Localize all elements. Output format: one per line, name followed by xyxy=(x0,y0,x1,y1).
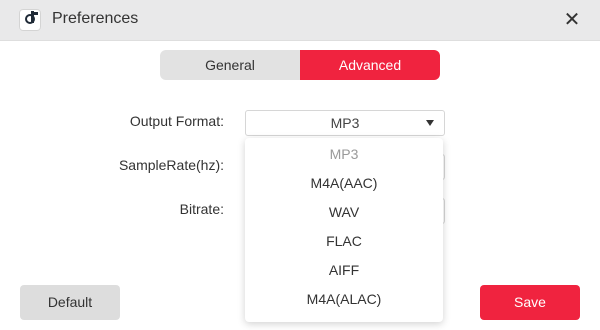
option-wav[interactable]: WAV xyxy=(245,198,443,227)
music-note-icon xyxy=(19,9,41,31)
caret-down-icon xyxy=(426,120,434,126)
option-mp3[interactable]: MP3 xyxy=(245,140,443,169)
output-format-select[interactable]: MP3 xyxy=(245,110,445,136)
output-format-value: MP3 xyxy=(330,115,360,131)
option-flac[interactable]: FLAC xyxy=(245,227,443,256)
bitrate-label: Bitrate: xyxy=(179,201,224,217)
default-button[interactable]: Default xyxy=(20,285,120,320)
window-title: Preferences xyxy=(52,10,139,27)
option-aiff[interactable]: AIFF xyxy=(245,256,443,285)
option-m4a-alac[interactable]: M4A(ALAC) xyxy=(245,285,443,314)
save-button[interactable]: Save xyxy=(480,285,580,320)
tab-general[interactable]: General xyxy=(160,50,300,80)
close-icon[interactable]: ✕ xyxy=(560,8,584,32)
tab-advanced[interactable]: Advanced xyxy=(300,50,440,80)
output-format-dropdown: MP3 M4A(AAC) WAV FLAC AIFF M4A(ALAC) xyxy=(245,138,443,322)
samplerate-label: SampleRate(hz): xyxy=(118,157,224,173)
option-m4a-aac[interactable]: M4A(AAC) xyxy=(245,169,443,198)
tab-bar: General Advanced xyxy=(160,50,440,80)
output-format-label: Output Format: xyxy=(129,113,224,129)
title-bar: Preferences ✕ xyxy=(0,0,600,41)
